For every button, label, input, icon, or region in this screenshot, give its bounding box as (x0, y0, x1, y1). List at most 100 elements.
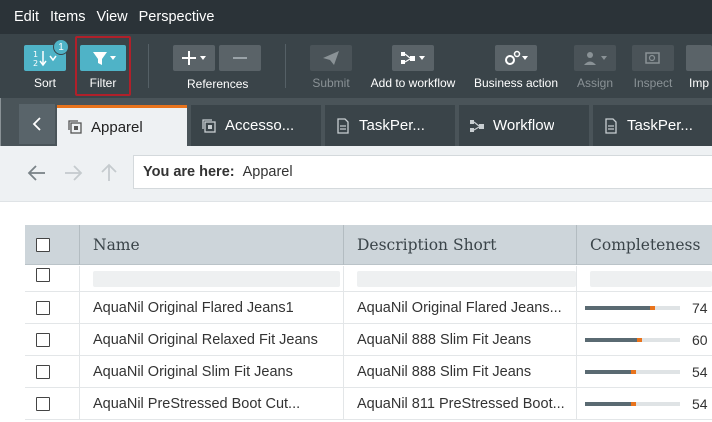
toolbar-separator (285, 44, 286, 88)
completeness-value: 60 (692, 332, 708, 348)
arrow-up-icon (101, 163, 117, 181)
row-description: AquaNil 811 PreStressed Boot... (344, 388, 577, 420)
assign-label: Assign (576, 76, 614, 90)
breadcrumb: You are here: Apparel (133, 155, 712, 189)
inspect-icon (632, 45, 674, 71)
completeness-value: 74 (692, 300, 708, 316)
completeness-bar (585, 370, 680, 374)
column-header-completeness[interactable]: Completeness (577, 225, 712, 265)
select-all-checkbox[interactable] (36, 238, 50, 252)
table-row[interactable]: AquaNil Original Slim Fit Jeans AquaNil … (25, 356, 712, 388)
tab-accessories[interactable]: Accesso... (191, 105, 321, 146)
menu-view[interactable]: View (96, 9, 127, 25)
sort-count-badge: 1 (53, 39, 69, 55)
row-checkbox[interactable] (36, 268, 50, 282)
tab-apparel[interactable]: Apparel (57, 105, 187, 146)
skeleton-cell (577, 266, 712, 292)
tab-label: Apparel (91, 118, 143, 136)
document-icon (603, 117, 619, 134)
remove-reference-icon[interactable] (219, 45, 261, 71)
assign-button[interactable]: Assign (573, 34, 617, 98)
select-all-cell (25, 225, 80, 265)
row-checkbox[interactable] (36, 333, 50, 347)
gears-icon (495, 45, 537, 71)
sort-label: Sort (33, 76, 56, 90)
business-action-button[interactable]: Business action (472, 34, 560, 98)
import-button[interactable]: Imp (686, 34, 712, 98)
row-name: AquaNil Original Relaxed Fit Jeans (80, 324, 344, 356)
menu-perspective[interactable]: Perspective (139, 9, 215, 25)
add-to-workflow-button[interactable]: Add to workflow (367, 34, 459, 98)
loading-placeholder (590, 271, 712, 287)
row-select-cell (25, 292, 80, 324)
row-select-cell (25, 266, 80, 292)
tab-taskper-1[interactable]: TaskPer... (325, 105, 455, 146)
svg-text:2: 2 (33, 59, 38, 68)
completeness-bar (585, 306, 680, 310)
filter-button-highlight (75, 36, 131, 96)
collection-icon (201, 118, 217, 134)
import-icon (686, 45, 712, 71)
inspect-button[interactable]: Inspect (630, 34, 676, 98)
row-select-cell (25, 388, 80, 420)
svg-text:1: 1 (33, 50, 38, 59)
submit-button[interactable]: Submit (308, 34, 354, 98)
skeleton-cell (344, 266, 577, 292)
row-description: AquaNil 888 Slim Fit Jeans (344, 356, 577, 388)
tab-workflow[interactable]: Workflow (459, 105, 589, 146)
add-to-workflow-label: Add to workflow (370, 76, 456, 90)
row-select-cell (25, 324, 80, 356)
column-header-name[interactable]: Name (80, 225, 344, 265)
document-icon (335, 117, 351, 134)
row-completeness: 54 (577, 388, 712, 420)
row-name: AquaNil Original Flared Jeans1 (80, 292, 344, 324)
tab-taskper-2[interactable]: TaskPer... (593, 105, 712, 146)
row-select-cell (25, 356, 80, 388)
tab-label: Accesso... (225, 117, 295, 134)
menu-items[interactable]: Items (50, 9, 85, 25)
menu-edit[interactable]: Edit (14, 9, 39, 25)
row-checkbox[interactable] (36, 365, 50, 379)
row-completeness: 74 (577, 292, 712, 324)
breadcrumb-prefix: You are here: (143, 164, 235, 180)
import-label: Imp (689, 76, 710, 90)
table-row[interactable]: AquaNil Original Flared Jeans1 AquaNil O… (25, 292, 712, 324)
row-completeness: 60 (577, 324, 712, 356)
column-header-description[interactable]: Description Short (344, 225, 577, 265)
assign-user-icon (574, 45, 616, 71)
tab-scroll-left-button[interactable] (19, 104, 55, 144)
tab-label: TaskPer... (627, 117, 693, 134)
row-description: AquaNil Original Flared Jeans... (344, 292, 577, 324)
business-action-label: Business action (473, 76, 559, 90)
up-button[interactable] (98, 162, 120, 184)
workflow-icon (469, 118, 485, 134)
back-button[interactable] (26, 162, 48, 184)
row-completeness: 54 (577, 356, 712, 388)
completeness-bar (585, 402, 680, 406)
forward-button[interactable] (62, 162, 84, 184)
arrow-right-icon (65, 165, 83, 181)
row-description: AquaNil 888 Slim Fit Jeans (344, 324, 577, 356)
grid-header: Name Description Short Completeness (25, 225, 712, 265)
table-row-loading[interactable] (25, 266, 712, 292)
row-checkbox[interactable] (36, 301, 50, 315)
row-name: AquaNil Original Slim Fit Jeans (80, 356, 344, 388)
completeness-bar (585, 338, 680, 342)
table-row[interactable]: AquaNil Original Relaxed Fit Jeans AquaN… (25, 324, 712, 356)
table-row[interactable]: AquaNil PreStressed Boot Cut... AquaNil … (25, 388, 712, 420)
workflow-icon (392, 45, 434, 71)
chevron-left-icon (32, 117, 41, 131)
tab-label: Workflow (493, 117, 555, 134)
inspect-label: Inspect (633, 76, 673, 90)
row-checkbox[interactable] (36, 397, 50, 411)
submit-label: Submit (312, 76, 350, 90)
menu-bar: Edit Items View Perspective (0, 0, 712, 34)
breadcrumb-path-apparel[interactable]: Apparel (243, 164, 293, 180)
arrow-left-icon (27, 165, 45, 181)
completeness-value: 54 (692, 396, 708, 412)
references-button[interactable]: References (173, 34, 261, 98)
loading-placeholder (357, 271, 576, 287)
add-reference-icon[interactable] (173, 45, 215, 71)
send-icon (310, 45, 352, 71)
loading-placeholder (93, 271, 340, 287)
